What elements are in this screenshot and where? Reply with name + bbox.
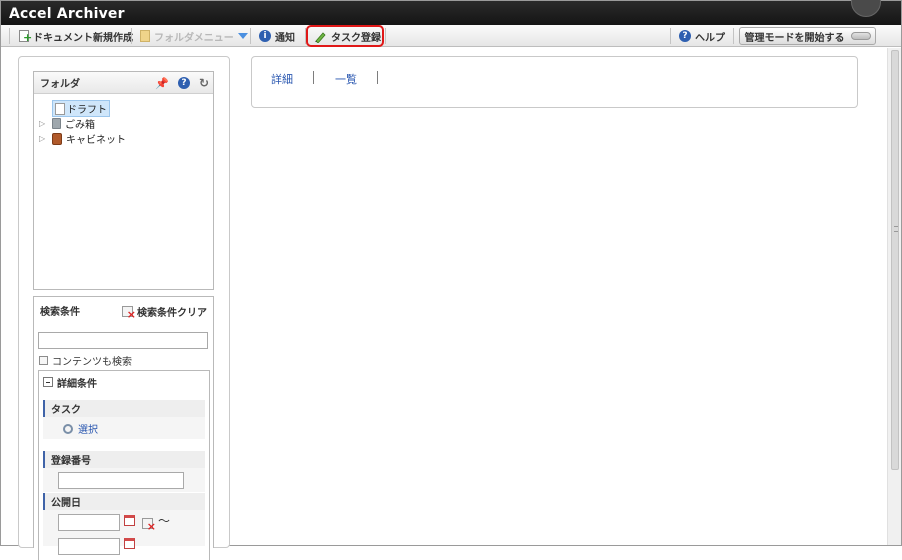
- expand-arrow-icon[interactable]: ▷: [39, 119, 47, 128]
- calendar-icon[interactable]: [124, 515, 135, 526]
- task-register-highlight: [306, 25, 384, 47]
- notice-button[interactable]: i 通知: [259, 25, 295, 47]
- toolbar-divider: [733, 28, 734, 44]
- app-title: Accel Archiver: [9, 6, 125, 22]
- grip-icon: [894, 226, 898, 232]
- toolbar-divider: [670, 28, 671, 44]
- chevron-down-icon: [237, 33, 248, 39]
- vertical-scrollbar[interactable]: [887, 48, 901, 545]
- notice-label: 通知: [275, 32, 295, 44]
- folder-icon: [140, 30, 150, 42]
- task-select-link[interactable]: 選択: [63, 421, 98, 436]
- content-search-label: コンテンツも検索: [52, 357, 132, 368]
- scrollbar-thumb[interactable]: [891, 50, 899, 470]
- detail-conditions-header[interactable]: 詳細条件: [39, 371, 209, 393]
- pub-date-section-title: 公開日: [51, 498, 81, 509]
- tree-item-label: キャビネット: [66, 135, 126, 146]
- search-icon: [63, 423, 73, 434]
- tab-list[interactable]: 一覧: [335, 71, 357, 87]
- clear-date-icon[interactable]: [142, 518, 156, 533]
- search-panel-title: 検索条件: [40, 306, 80, 318]
- help-button[interactable]: ? ヘルプ: [679, 25, 725, 47]
- new-document-icon: [19, 30, 32, 43]
- draft-icon: [55, 102, 65, 115]
- folder-panel: フォルダ 📌 ? ↻ ドラフト ▷ ごみ箱 ▷ キャビネット: [33, 71, 214, 290]
- toolbar-divider: [9, 28, 10, 44]
- task-section-header: タスク: [43, 400, 205, 417]
- collapse-icon[interactable]: [43, 377, 53, 387]
- tree-item-label: ごみ箱: [65, 120, 95, 131]
- admin-mode-button[interactable]: 管理モードを開始する: [739, 27, 876, 45]
- title-bar: Accel Archiver: [1, 0, 901, 25]
- tab-divider: [377, 71, 378, 84]
- tree-item-draft[interactable]: ドラフト: [39, 100, 213, 117]
- cabinet-icon: [52, 132, 62, 145]
- reg-no-input[interactable]: [58, 472, 184, 489]
- toggle-icon: [850, 32, 871, 40]
- keyword-input[interactable]: [38, 332, 208, 349]
- clear-conditions-label: 検索条件クリア: [137, 308, 207, 319]
- clear-conditions-button[interactable]: 検索条件クリア: [122, 304, 207, 321]
- refresh-icon[interactable]: ↻: [199, 76, 209, 90]
- tab-detail[interactable]: 詳細: [271, 71, 293, 87]
- new-document-button[interactable]: ドキュメント新規作成: [19, 25, 133, 47]
- expand-arrow-icon[interactable]: ▷: [39, 134, 47, 143]
- folder-panel-header: フォルダ 📌 ? ↻: [34, 72, 213, 94]
- detail-conditions-title: 詳細条件: [57, 378, 97, 390]
- tree-item-label: ドラフト: [67, 105, 107, 116]
- window-corner-button[interactable]: [851, 0, 881, 17]
- tree-item-selection: ドラフト: [52, 100, 110, 117]
- folder-tree: ドラフト ▷ ごみ箱 ▷ キャビネット: [34, 94, 213, 146]
- toolbar-divider: [385, 28, 386, 44]
- task-select-label: 選択: [78, 425, 98, 436]
- help-icon: ?: [679, 30, 691, 42]
- tab-divider: [313, 71, 314, 84]
- tree-item-cabinet[interactable]: ▷ キャビネット: [39, 131, 213, 146]
- pin-icon[interactable]: 📌: [155, 77, 169, 90]
- clear-icon: [122, 306, 136, 321]
- trash-icon: [52, 118, 61, 129]
- admin-mode-label: 管理モードを開始する: [744, 32, 845, 44]
- reg-no-section-title: 登録番号: [51, 456, 91, 467]
- pub-date-to-input[interactable]: [58, 538, 120, 555]
- content-search-option[interactable]: コンテンツも検索: [39, 353, 132, 368]
- calendar-icon[interactable]: [124, 538, 135, 549]
- view-tab-bar: 詳細 一覧: [251, 56, 858, 108]
- help-icon[interactable]: ?: [177, 77, 190, 89]
- pub-date-from-input[interactable]: [58, 514, 120, 531]
- pub-date-section-header: 公開日: [43, 493, 205, 510]
- range-separator: 〜: [158, 514, 171, 528]
- toolbar-divider: [131, 28, 132, 44]
- content-search-checkbox[interactable]: [39, 356, 48, 365]
- info-icon: i: [259, 30, 271, 42]
- reg-no-section-header: 登録番号: [43, 451, 205, 468]
- task-section-title: タスク: [51, 405, 81, 416]
- toolbar-divider: [250, 28, 251, 44]
- help-label: ヘルプ: [695, 32, 725, 44]
- folder-menu-button[interactable]: フォルダメニュー: [140, 25, 248, 47]
- folder-menu-label: フォルダメニュー: [154, 32, 234, 44]
- tree-item-trash[interactable]: ▷ ごみ箱: [39, 116, 213, 131]
- new-document-label: ドキュメント新規作成: [33, 32, 133, 44]
- folder-panel-title: フォルダ: [40, 79, 80, 90]
